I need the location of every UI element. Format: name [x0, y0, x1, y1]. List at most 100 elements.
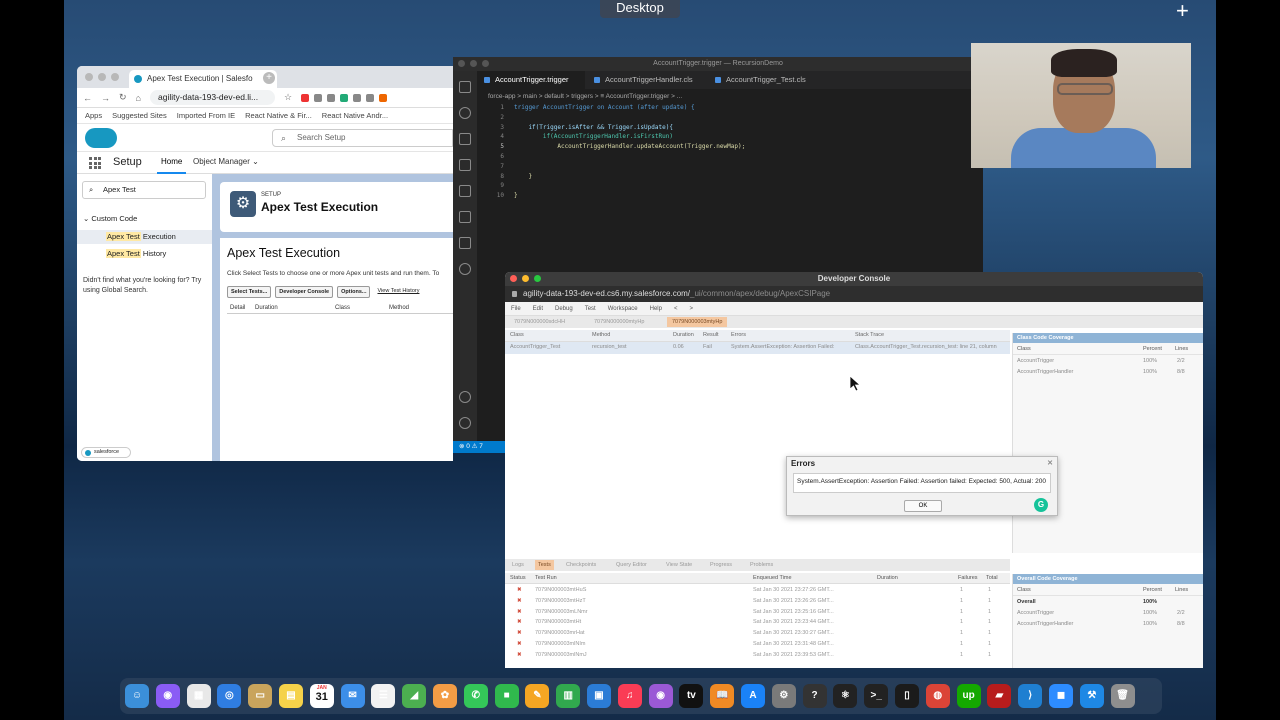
- bookmark-item[interactable]: Suggested Sites: [112, 111, 167, 120]
- vscode-icon[interactable]: ⟩: [1018, 684, 1043, 708]
- select-tests-button[interactable]: Select Tests...: [227, 286, 272, 298]
- test-run-row[interactable]: ✖ 7079N000003mtHuS Sat Jan 30 2021 23:27:2…: [505, 585, 1010, 596]
- tab-query-editor[interactable]: Query Editor: [613, 560, 650, 570]
- setup-search-input[interactable]: ⌕ Search Setup: [272, 129, 453, 147]
- xcode-icon[interactable]: ⚒: [1079, 684, 1104, 708]
- test-run-row[interactable]: ✖ 7079N000003mrHat Sat Jan 30 2021 23:30:2…: [505, 628, 1010, 639]
- explorer-icon[interactable]: [459, 81, 471, 93]
- notes-icon[interactable]: ▭: [248, 684, 273, 708]
- trash-icon[interactable]: 🗑: [1110, 684, 1135, 708]
- tab-object-manager[interactable]: Object Manager ⌄: [193, 157, 259, 166]
- test-run-row[interactable]: ✖ 7079N000003mlNmJ Sat Jan 30 2021 23:39:5…: [505, 650, 1010, 661]
- test-run-row[interactable]: ✖ 7079N000003mtHt Sat Jan 30 2021 23:23:44…: [505, 617, 1010, 628]
- test-run-row[interactable]: ✖ 7079N000003mLNmr Sat Jan 30 2021 23:25:1…: [505, 607, 1010, 618]
- appstore-icon[interactable]: A: [741, 684, 765, 708]
- sidebar-item-apex-test-history[interactable]: Apex Test History: [77, 247, 212, 261]
- sidebar-item-apex-test-execution[interactable]: Apex Test Execution: [77, 230, 212, 244]
- column-header[interactable]: Class: [335, 305, 350, 311]
- salesforce-icon[interactable]: [459, 263, 471, 275]
- add-space-icon[interactable]: +: [1176, 0, 1189, 24]
- source-control-icon[interactable]: [459, 133, 471, 145]
- bookmark-item[interactable]: React Native & Fir...: [245, 111, 312, 120]
- close-icon[interactable]: ✕: [1047, 457, 1053, 471]
- ok-button[interactable]: OK: [904, 500, 942, 512]
- safari-icon[interactable]: ◎: [217, 684, 242, 708]
- zoom-icon[interactable]: ◼: [1049, 684, 1073, 708]
- code-editor[interactable]: 1 trigger AccountTrigger on Account (afte…: [486, 103, 745, 201]
- desktop-space-label[interactable]: Desktop: [600, 0, 680, 18]
- view-test-history-link[interactable]: View Test History: [377, 286, 419, 298]
- app-launcher-icon[interactable]: [89, 157, 101, 169]
- file-tab[interactable]: 7079N000000mtyHp: [589, 317, 649, 327]
- results-row[interactable]: AccountTrigger_Test recursion_test 0.06 …: [505, 342, 1010, 354]
- menu-debug[interactable]: Debug: [555, 302, 573, 315]
- account-icon[interactable]: [459, 391, 471, 403]
- breadcrumb[interactable]: force-app > main > default > triggers > …: [488, 93, 682, 100]
- window-controls[interactable]: [85, 73, 119, 81]
- forward-icon[interactable]: →: [101, 93, 110, 103]
- window-controls[interactable]: [510, 275, 541, 282]
- pages-icon[interactable]: ✎: [525, 684, 550, 708]
- bookmark-item[interactable]: Apps: [85, 111, 102, 120]
- menu-test[interactable]: Test: [585, 302, 596, 315]
- activity-icon[interactable]: ▯: [895, 684, 919, 708]
- rar-icon[interactable]: ▰: [987, 684, 1012, 708]
- music-icon[interactable]: ♫: [617, 684, 642, 708]
- terminal-icon[interactable]: >_: [864, 684, 889, 708]
- extensions-icon[interactable]: [459, 185, 471, 197]
- facetime-icon[interactable]: ■: [494, 684, 519, 708]
- coverage-row[interactable]: AccountTriggerHandler 100% 8/8: [1013, 366, 1203, 377]
- nav-forward[interactable]: >: [689, 302, 693, 315]
- problems-status[interactable]: ⊗ 0 ⚠ 7: [453, 441, 505, 453]
- column-header[interactable]: Detail: [230, 305, 245, 311]
- file-tab-active[interactable]: 7079N000003mtyHp: [667, 317, 728, 327]
- org-browser-icon[interactable]: [459, 237, 471, 249]
- menu-file[interactable]: File: [511, 302, 521, 315]
- bookmark-star-icon[interactable]: ☆: [284, 92, 292, 103]
- siri-icon[interactable]: ◉: [155, 684, 180, 708]
- home-icon[interactable]: ⌂: [136, 93, 141, 103]
- reload-icon[interactable]: ↻: [119, 92, 127, 103]
- tab-account-trigger[interactable]: AccountTrigger.trigger: [477, 71, 585, 89]
- numbers-icon[interactable]: ▥: [556, 684, 581, 708]
- tab-account-trigger-test[interactable]: AccountTrigger_Test.cls: [708, 71, 806, 89]
- extensions[interactable]: [301, 93, 388, 102]
- column-header[interactable]: Duration: [255, 305, 278, 311]
- settings-gear-icon[interactable]: [459, 417, 471, 429]
- upwork-icon[interactable]: up: [956, 684, 981, 708]
- tab-progress[interactable]: Progress: [707, 560, 735, 570]
- stickies-icon[interactable]: ▤: [279, 684, 303, 708]
- coverage-row[interactable]: AccountTrigger 100% 2/2: [1013, 607, 1203, 618]
- test-run-row[interactable]: ✖ 7079N000003mlNIm Sat Jan 30 2021 23:31:4…: [505, 639, 1010, 650]
- tab-account-trigger-handler[interactable]: AccountTriggerHandler.cls: [587, 71, 693, 89]
- coverage-row[interactable]: AccountTrigger 100% 2/2: [1013, 355, 1203, 366]
- menu-workspace[interactable]: Workspace: [608, 302, 638, 315]
- new-tab-button[interactable]: +: [263, 72, 275, 84]
- coverage-row[interactable]: AccountTriggerHandler 100% 8/8: [1013, 618, 1203, 629]
- help-icon[interactable]: ?: [802, 684, 827, 708]
- mail-icon[interactable]: ✉: [340, 684, 365, 708]
- run-debug-icon[interactable]: [459, 159, 471, 171]
- podcasts-icon[interactable]: ◉: [648, 684, 673, 708]
- back-icon[interactable]: ←: [83, 93, 92, 103]
- column-header[interactable]: Method: [389, 305, 409, 311]
- menu-help[interactable]: Help: [650, 302, 662, 315]
- tab-problems[interactable]: Problems: [747, 560, 776, 570]
- window-controls[interactable]: [458, 60, 489, 67]
- testing-icon[interactable]: [459, 211, 471, 223]
- menu-edit[interactable]: Edit: [533, 302, 543, 315]
- tv-icon[interactable]: tv: [679, 684, 704, 708]
- address-bar[interactable]: agility-data-193-dev-ed.li...: [149, 90, 275, 105]
- react-icon[interactable]: ⚛: [833, 684, 858, 708]
- quick-find-input[interactable]: ⌕ Apex Test: [82, 181, 206, 199]
- chrome-icon[interactable]: ◍: [925, 684, 950, 708]
- photos-icon[interactable]: ✿: [433, 684, 457, 708]
- keynote-icon[interactable]: ▣: [587, 684, 611, 708]
- tab-tests[interactable]: Tests: [535, 560, 554, 570]
- bookmark-item[interactable]: React Native Andr...: [322, 111, 388, 120]
- tab-logs[interactable]: Logs: [509, 560, 527, 570]
- salesforce-logo-icon[interactable]: [85, 128, 117, 148]
- grammarly-icon[interactable]: G: [1034, 498, 1048, 512]
- coverage-row[interactable]: Overall 100%: [1013, 596, 1203, 607]
- reminders-icon[interactable]: ☰: [371, 684, 396, 708]
